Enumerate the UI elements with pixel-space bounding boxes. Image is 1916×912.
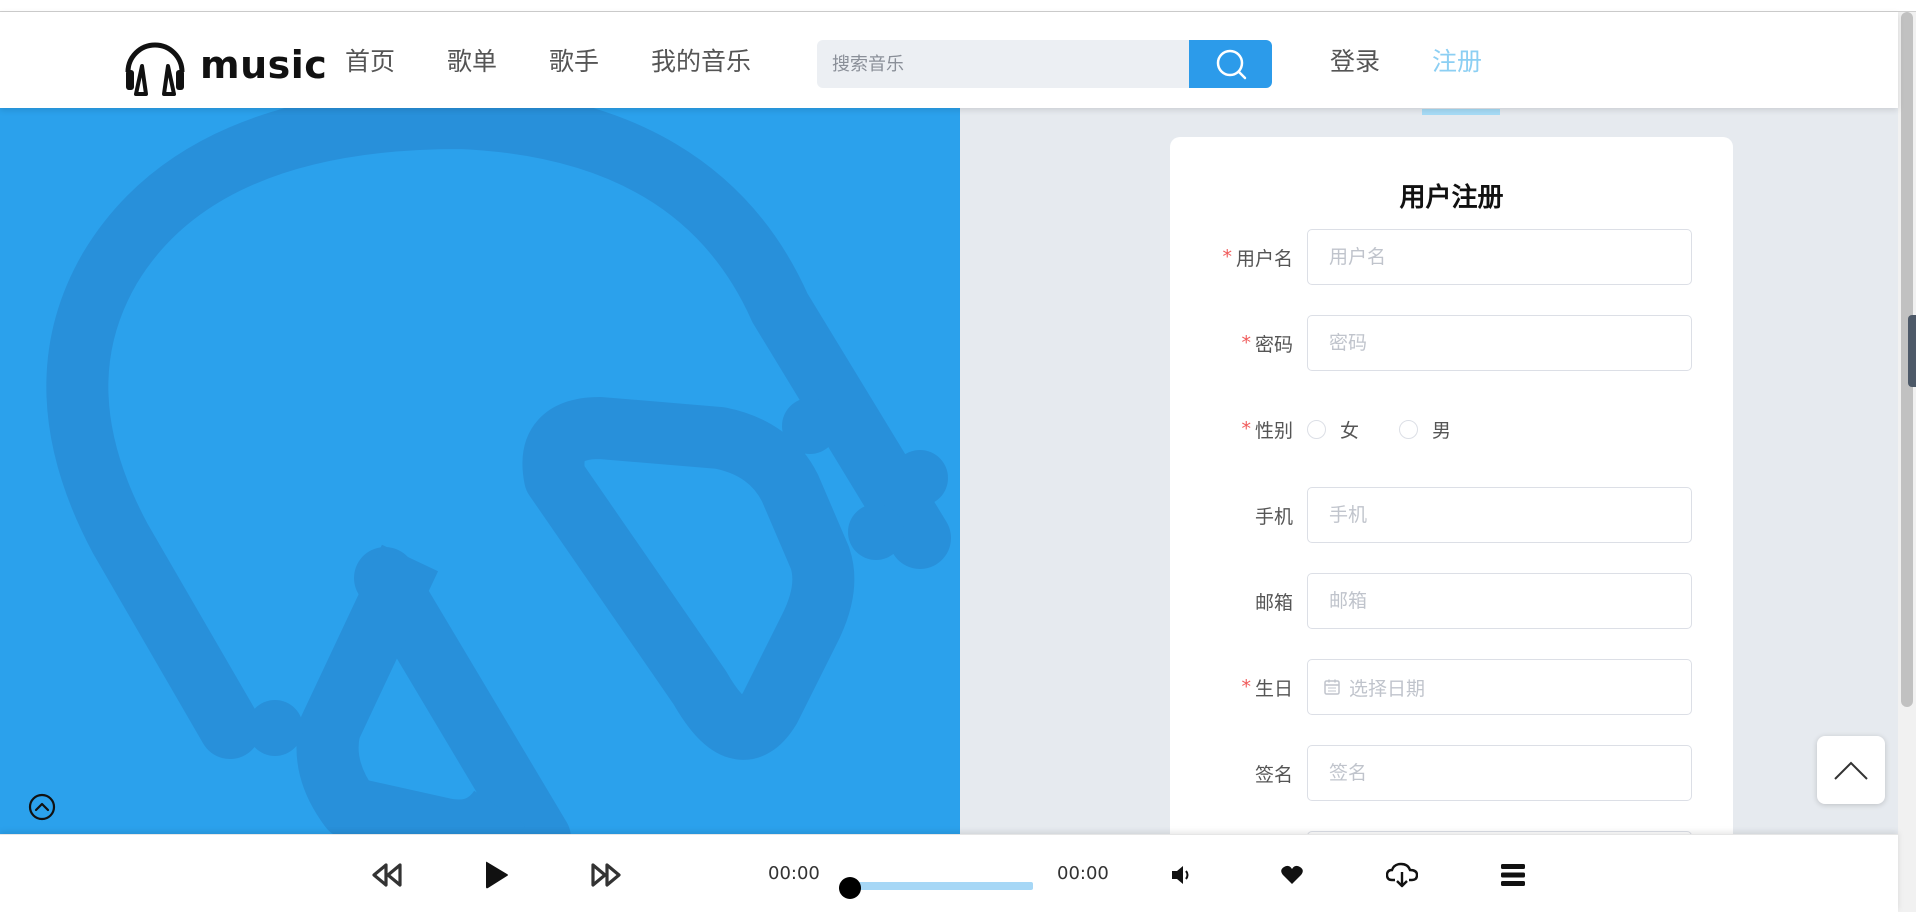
register-active-underline (1422, 109, 1500, 115)
progress-knob[interactable] (839, 877, 861, 899)
hero-banner (0, 108, 960, 834)
register-card: 用户注册 *用户名 *密码 *性别 女 男 手机 邮箱 *生日 (1170, 137, 1733, 834)
required-mark: * (1241, 676, 1251, 698)
register-panel-area: 用户注册 *用户名 *密码 *性别 女 男 手机 邮箱 *生日 (960, 108, 1898, 834)
total-time: 00:00 (1057, 863, 1109, 884)
phone-input[interactable] (1307, 487, 1692, 543)
register-link[interactable]: 注册 (1432, 42, 1482, 78)
form-row-gender: * 性别 女 男 (1170, 401, 1733, 457)
gender-label: 性别 (1254, 419, 1293, 442)
login-link[interactable]: 登录 (1330, 42, 1380, 78)
nav-my-music[interactable]: 我的音乐 (651, 42, 751, 78)
search-input[interactable] (817, 40, 1189, 88)
rewind-icon (372, 863, 402, 887)
password-input[interactable] (1307, 315, 1692, 371)
birthday-date-picker[interactable]: 选择日期 (1307, 659, 1692, 715)
cloud-download-icon (1386, 862, 1418, 888)
birthday-label: 生日 (1254, 677, 1293, 700)
progress-bar[interactable] (850, 882, 1033, 890)
music-logo-watermark-icon (46, 108, 951, 834)
play-icon (486, 861, 508, 889)
volume-icon (1172, 866, 1189, 884)
playlist-button[interactable] (1493, 855, 1533, 895)
gender-female-radio[interactable]: 女 (1307, 416, 1359, 443)
gender-male-label: 男 (1432, 419, 1452, 442)
next-button[interactable] (586, 855, 626, 895)
download-button[interactable] (1382, 855, 1422, 895)
radio-circle-icon[interactable] (1307, 419, 1326, 439)
username-input[interactable] (1307, 229, 1692, 285)
form-row-signature: 签名 (1170, 745, 1733, 801)
browser-top-edge (0, 0, 1916, 12)
required-mark: * (1241, 418, 1251, 440)
nav-singers[interactable]: 歌手 (549, 42, 599, 78)
volume-button[interactable] (1162, 855, 1202, 895)
email-input[interactable] (1307, 573, 1692, 629)
play-button[interactable] (476, 855, 516, 895)
collapse-up-button[interactable] (28, 793, 56, 821)
current-time: 00:00 (768, 863, 820, 884)
password-label: 密码 (1254, 333, 1293, 356)
main-nav: 首页 歌单 歌手 我的音乐 (345, 12, 751, 108)
gender-male-radio[interactable]: 男 (1399, 416, 1451, 443)
birthday-placeholder: 选择日期 (1349, 677, 1426, 700)
nav-home[interactable]: 首页 (345, 42, 395, 78)
email-label: 邮箱 (1254, 591, 1293, 614)
gender-female-label: 女 (1340, 419, 1360, 442)
fast-forward-icon (591, 863, 621, 887)
phone-label: 手机 (1254, 505, 1293, 528)
radio-circle-icon[interactable] (1399, 419, 1419, 439)
search-icon (1216, 49, 1246, 80)
music-player-bar: 00:00 00:00 (0, 834, 1898, 912)
headphones-logo-icon (125, 42, 185, 96)
side-panel-tab[interactable] (1908, 315, 1916, 387)
required-mark: * (1241, 332, 1251, 354)
back-to-top-button[interactable] (1817, 736, 1885, 804)
previous-button[interactable] (367, 855, 407, 895)
form-row-password: * 密码 (1170, 315, 1733, 371)
signature-input[interactable] (1307, 745, 1692, 801)
page-scrollbar[interactable] (1898, 12, 1916, 912)
like-button[interactable] (1272, 855, 1312, 895)
logo-text: music (200, 43, 328, 87)
logo[interactable]: music (122, 32, 327, 98)
chevron-up-circle-icon (28, 793, 56, 821)
calendar-icon (1324, 679, 1340, 695)
heart-icon (1281, 865, 1303, 884)
register-title: 用户注册 (1399, 183, 1504, 213)
form-row-username: * 用户名 (1170, 229, 1733, 285)
search-button[interactable] (1189, 40, 1272, 88)
form-row-phone: 手机 (1170, 487, 1733, 543)
site-header: music 首页 歌单 歌手 我的音乐 登录 注册 (0, 12, 1898, 108)
username-label: 用户名 (1235, 247, 1293, 270)
nav-playlists[interactable]: 歌单 (447, 42, 497, 78)
form-row-birthday: * 生日 选择日期 (1170, 659, 1733, 715)
form-row-email: 邮箱 (1170, 573, 1733, 629)
search-bar (817, 40, 1272, 88)
auth-links: 登录 注册 (1330, 12, 1482, 108)
signature-label: 签名 (1254, 763, 1293, 786)
chevron-up-icon (1834, 761, 1868, 780)
required-mark: * (1222, 246, 1232, 268)
playlist-icon (1501, 864, 1525, 886)
gender-radio-group: 女 男 (1307, 401, 1451, 457)
